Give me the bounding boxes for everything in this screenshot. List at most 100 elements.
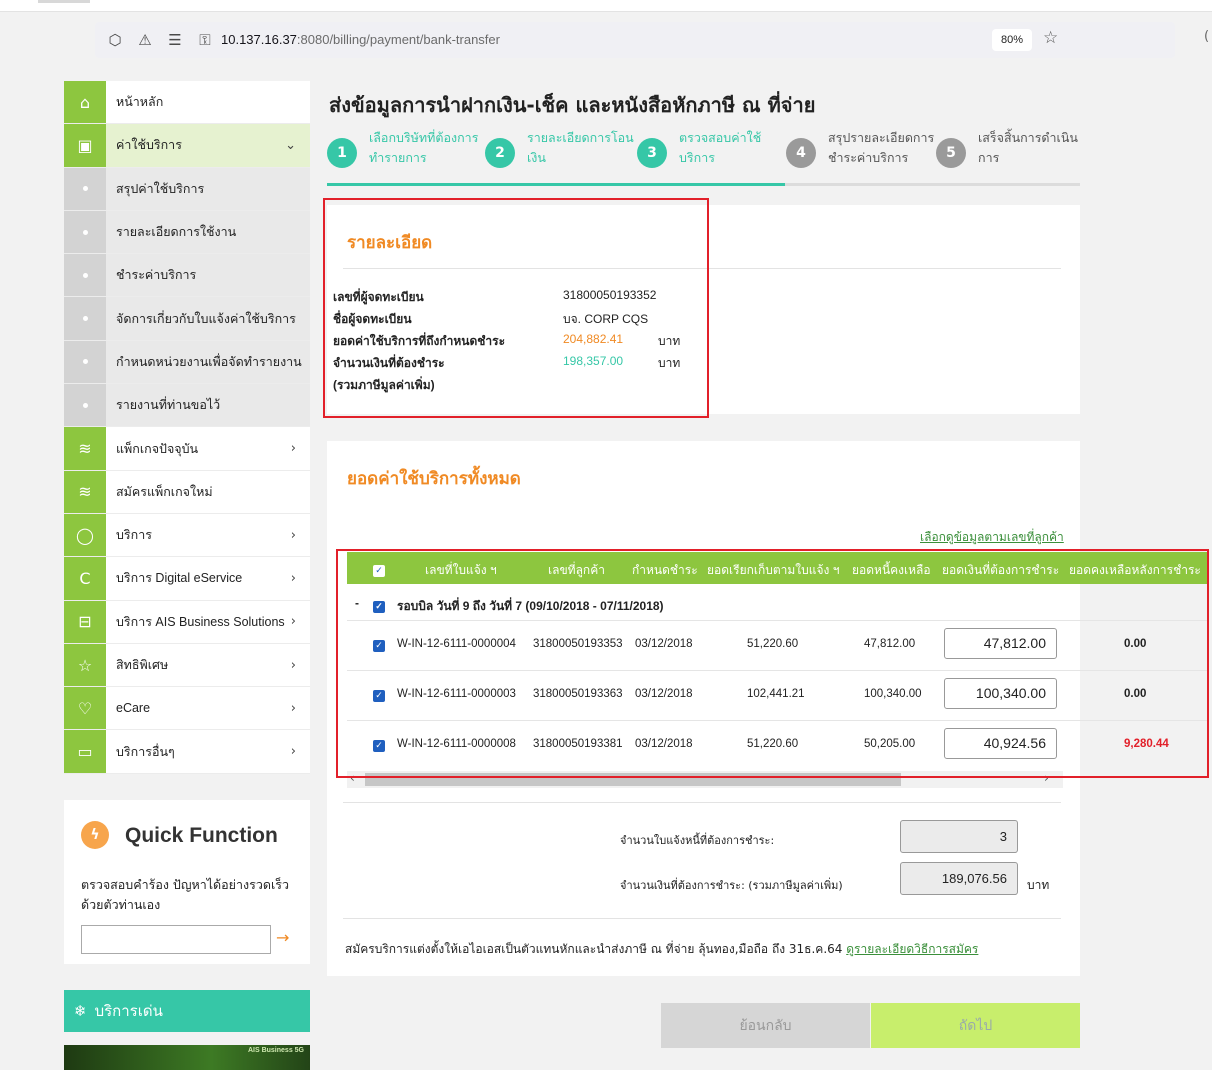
arrow-right-icon[interactable]: → [276, 928, 289, 947]
sidebar-item[interactable]: ☆ สิทธิพิเศษ › [64, 643, 310, 688]
sidebar-item-label: ค่าใช้บริการ [116, 138, 182, 153]
collapse-toggle[interactable]: - [355, 596, 359, 610]
bullet-icon [64, 210, 106, 254]
page-title: ส่งข้อมูลการนำฝากเงิน-เช็ค และหนังสือหัก… [329, 93, 816, 117]
pay-amount-input[interactable]: 40,924.56 [944, 728, 1057, 759]
cell-invoice: W-IN-12-6111-0000004 [397, 638, 516, 650]
signup-details-link[interactable]: ดูรายละเอียดวิธีการสมัคร [846, 942, 978, 956]
promo-banner[interactable]: AIS Business 5G [64, 1045, 310, 1070]
step-number: 3 [637, 138, 667, 168]
back-button[interactable]: ย้อนกลับ [661, 1003, 870, 1048]
table-row: ✓ W-IN-12-6111-0000008 31800050193381 03/12… [347, 720, 1207, 769]
quick-function-title: Quick Function [125, 824, 278, 847]
bullet-dot [82, 272, 88, 278]
table-row: ✓ W-IN-12-6111-0000003 31800050193363 03/12… [347, 670, 1207, 719]
sidebar-item[interactable]: ⌂ หน้าหลัก [64, 81, 310, 125]
col-customer[interactable]: เลขที่ลูกค้า [548, 561, 605, 580]
detail-value [563, 376, 658, 398]
footnote-divider [343, 918, 1061, 919]
sidebar-item[interactable]: จัดการเกี่ยวกับใบแจ้งค่าใช้บริการ [64, 297, 310, 341]
table-horizontal-scrollbar[interactable]: ‹ › [347, 771, 1063, 788]
select-all-checkbox[interactable]: ✓ [373, 564, 385, 577]
step-number: 2 [485, 138, 515, 168]
cell-remaining: 0.00 [1124, 688, 1147, 700]
bookmark-star-icon[interactable]: ☆ [1043, 28, 1058, 48]
view-by-customer-link[interactable]: เลือกดูข้อมูลตามเลขที่ลูกค้า [920, 528, 1064, 547]
detail-row: จำนวนเงินที่ต้องชำระ 198,357.00 บาท [333, 354, 680, 376]
sidebar-item[interactable]: ⊟ บริการ AIS Business Solutions › [64, 600, 310, 644]
cell-remaining: 0.00 [1124, 638, 1147, 650]
table-row: ✓ W-IN-12-6111-0000004 31800050193353 03/12… [347, 620, 1207, 669]
toolbar-edge-icon[interactable]: ( [1204, 29, 1209, 44]
star-icon: ☆ [64, 643, 106, 687]
cell-customer: 31800050193363 [533, 688, 623, 700]
sidebar-item[interactable]: ≋ สมัครแพ็กเกจใหม่ [64, 470, 310, 514]
group-checkbox[interactable]: ✓ [373, 600, 385, 613]
sidebar-item[interactable]: C บริการ Digital eService › [64, 557, 310, 601]
detail-value: 198,357.00 [563, 354, 624, 368]
scroll-thumb[interactable] [365, 773, 901, 786]
heart-icon: ♡ [64, 687, 106, 730]
cell-due: 03/12/2018 [635, 688, 693, 700]
home-icon: ⌂ [64, 81, 106, 124]
row-checkbox[interactable]: ✓ [373, 639, 385, 652]
sidebar-item-label: สรุปค่าใช้บริการ [116, 181, 205, 196]
col-invoice[interactable]: เลขที่ใบแจ้ง ฯ [425, 561, 497, 580]
detail-row: เลขที่ผู้จดทะเบียน 31800050193352 [333, 288, 680, 310]
step-3: 3 ตรวจสอบค่าใช้บริการ [637, 128, 789, 168]
bill-cycle-label: รอบบิล วันที่ 9 ถึง วันที่ 7 (09/10/2018… [397, 599, 664, 613]
url-text[interactable]: 10.137.16.37:8080/billing/payment/bank-t… [221, 32, 500, 47]
bullet-icon [64, 384, 106, 427]
cell-outstanding: 50,205.00 [864, 738, 916, 750]
scroll-left-icon[interactable]: ‹ [350, 771, 355, 785]
featured-services-bar[interactable]: ❄ บริการเด่น [64, 990, 310, 1032]
sidebar-item[interactable]: ▣ ค่าใช้บริการ ⌄ [64, 124, 310, 168]
col-remaining[interactable]: ยอดคงเหลือหลังการชำระ [1069, 561, 1201, 580]
cell-invoice: W-IN-12-6111-0000003 [397, 688, 516, 700]
sidebar-item[interactable]: ≋ แพ็กเกจปัจจุบัน › [64, 427, 310, 471]
address-bar[interactable]: ⬡ ⚠ ☰ ⚿ 10.137.16.37:8080/billing/paymen… [95, 22, 1175, 58]
url-path: :8080/billing/payment/bank-transfer [296, 32, 500, 47]
sidebar-item[interactable]: รายละเอียดการใช้งาน [64, 210, 310, 255]
sidebar-item[interactable]: ♡ eCare › [64, 687, 310, 731]
sidebar-item[interactable]: รายงานที่ท่านขอไว้ [64, 384, 310, 428]
key-icon[interactable]: ⚿ [195, 30, 215, 50]
step-label: เลือกบริษัทที่ต้องการทำรายการ [369, 130, 479, 165]
next-button[interactable]: ถัดไป [871, 1003, 1080, 1048]
sidebar-item[interactable]: กำหนดหน่วยงานเพื่อจัดทำรายงาน [64, 340, 310, 385]
row-checkbox[interactable]: ✓ [373, 689, 385, 702]
zoom-level[interactable]: 80% [992, 29, 1032, 51]
col-pay[interactable]: ยอดเงินที่ต้องการชำระ [942, 561, 1059, 580]
col-due[interactable]: กำหนดชำระ [632, 561, 698, 580]
step-label: เสร็จสิ้นการดำเนินการ [978, 130, 1078, 165]
cell-remaining: 9,280.44 [1124, 738, 1169, 750]
chevron-right-icon: › [290, 570, 296, 586]
sidebar-item[interactable]: ◯ บริการ › [64, 513, 310, 558]
col-billed[interactable]: ยอดเรียกเก็บตามใบแจ้ง ฯ [707, 561, 839, 580]
step-5: 5 เสร็จสิ้นการดำเนินการ [936, 128, 1088, 168]
permissions-icon[interactable]: ☰ [165, 30, 185, 50]
bill-cycle-group: - ✓ รอบบิล วันที่ 9 ถึง วันที่ 7 (09/10/… [347, 590, 1207, 618]
shield-icon[interactable]: ⬡ [105, 30, 125, 50]
quick-function-input[interactable] [81, 925, 271, 954]
footnote: สมัครบริการแต่งตั้งให้เอไอเอสเป็นตัวแทนห… [345, 940, 978, 959]
chevron-right-icon: › [290, 700, 296, 716]
pay-amount-input[interactable]: 100,340.00 [944, 678, 1057, 709]
scroll-right-icon[interactable]: › [1044, 771, 1049, 785]
cell-customer: 31800050193381 [533, 738, 623, 750]
details-list: เลขที่ผู้จดทะเบียน 31800050193352 ชื่อผู้จ… [333, 288, 680, 398]
details-divider [343, 268, 1061, 269]
quick-function-desc: ตรวจสอบคำร้อง ปัญหาได้อย่างรวดเร็ว ด้วยต… [81, 877, 289, 912]
digital-icon: C [64, 557, 106, 600]
invoice-count-label: จำนวนใบแจ้งหนี้ที่ต้องการชำระ: [620, 834, 775, 847]
row-checkbox[interactable]: ✓ [373, 739, 385, 752]
sidebar-item[interactable]: สรุปค่าใช้บริการ [64, 167, 310, 211]
sidebar-item[interactable]: ชำระค่าบริการ [64, 254, 310, 298]
pay-amount-input[interactable]: 47,812.00 [944, 628, 1057, 659]
insecure-lock-icon[interactable]: ⚠ [135, 30, 155, 50]
cell-invoice: W-IN-12-6111-0000008 [397, 738, 516, 750]
col-outstanding[interactable]: ยอดหนี้คงเหลือ [852, 561, 931, 580]
featured-services-label: บริการเด่น [94, 1002, 163, 1020]
sidebar-item[interactable]: ▭ บริการอื่นๆ › [64, 730, 310, 774]
total-heading: ยอดค่าใช้บริการทั้งหมด [347, 469, 521, 489]
